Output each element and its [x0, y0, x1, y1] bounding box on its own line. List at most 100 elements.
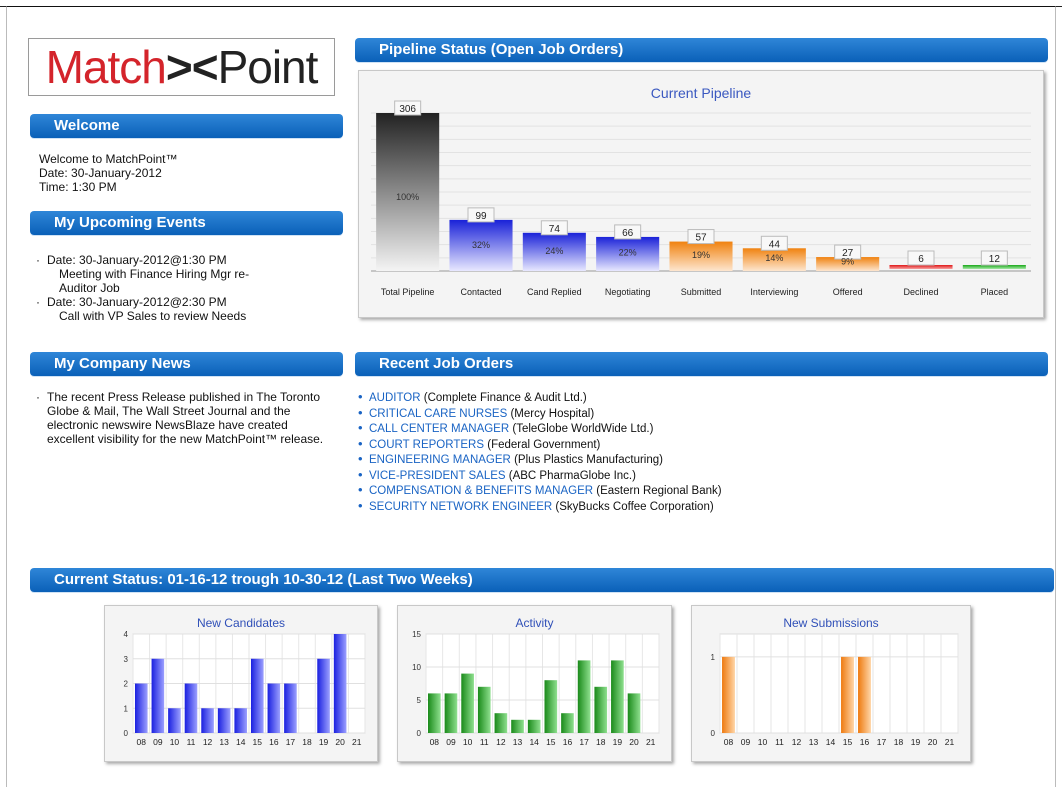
job-title-link[interactable]: CALL CENTER MANAGER [369, 423, 509, 435]
mini-bar [317, 658, 330, 733]
job-order-item: COURT REPORTERS (Federal Government) [358, 436, 722, 454]
mini-x-tick-label: 14 [826, 737, 836, 747]
mini-bar [577, 660, 591, 733]
mini-bar [427, 693, 441, 733]
mini-x-tick-label: 19 [613, 737, 623, 747]
event-item[interactable]: Date: 30-January-2012@2:30 PM Call with … [36, 295, 249, 323]
mini-y-tick-label: 4 [124, 630, 129, 639]
job-company: (SkyBucks Coffee Corporation) [555, 500, 714, 513]
mini-bar [284, 683, 297, 733]
mini-bar [527, 719, 541, 733]
matchpoint-logo[interactable]: Match><Point [28, 38, 335, 96]
mini-y-tick-label: 15 [412, 630, 421, 639]
mini-bar [151, 658, 165, 733]
job-title-link[interactable]: SECURITY NETWORK ENGINEER [369, 501, 552, 513]
job-title-link[interactable]: AUDITOR [369, 392, 421, 404]
event-item[interactable]: Date: 30-January-2012@1:30 PM Meeting wi… [36, 253, 249, 295]
job-order-item: COMPENSATION & BENEFITS MANAGER (Eastern… [358, 482, 722, 500]
pipeline-value-label: 12 [989, 254, 1001, 265]
welcome-time: Time: 1:30 PM [39, 180, 117, 194]
event-description: Auditor Job [59, 281, 120, 295]
mini-y-tick-label: 0 [124, 729, 129, 738]
pipeline-category-label: Negotiating [605, 287, 651, 297]
mini-bar [494, 713, 508, 733]
mini-bar [184, 683, 198, 733]
new-candidates-panel: New Candidates 0 1 2 3 4 08 09 10 11 12 13 14 15 16 17… [104, 605, 378, 762]
pipeline-percent-label: 14% [765, 253, 783, 263]
job-orders-header: Recent Job Orders [355, 352, 1048, 376]
pipeline-percent-label: 24% [545, 246, 563, 256]
job-order-item: CALL CENTER MANAGER (TeleGlobe WorldWide… [358, 420, 722, 438]
mini-x-tick-label: 13 [513, 737, 523, 747]
mini-x-tick-label: 14 [236, 737, 246, 747]
job-title-link[interactable]: COURT REPORTERS [369, 439, 484, 451]
news-list: The recent Press Release published in Th… [36, 390, 336, 446]
job-company: (TeleGlobe WorldWide Ltd.) [512, 423, 654, 435]
job-order-item: VICE-PRESIDENT SALES (ABC PharmaGlobe In… [358, 467, 722, 485]
mini-bar [627, 693, 641, 733]
mini-bar [267, 683, 281, 733]
pipeline-percent-label: 100% [396, 192, 419, 202]
mini-x-tick-label: 10 [758, 737, 768, 747]
mini-x-tick-label: 12 [792, 737, 802, 747]
pipeline-value-label: 306 [399, 104, 416, 115]
pipeline-category-label: Declined [903, 287, 938, 297]
mini-bar [841, 656, 854, 733]
logo-wordmark: Match><Point [45, 41, 319, 93]
mini-y-tick-label: 5 [417, 696, 422, 705]
mini-y-tick-label: 1 [711, 653, 716, 662]
mini-y-tick-label: 1 [124, 704, 129, 713]
job-order-item: ENGINEERING MANAGER (Plus Plastics Manuf… [358, 451, 722, 469]
job-company: (ABC PharmaGlobe Inc.) [508, 469, 636, 482]
pipeline-category-label: Total Pipeline [381, 287, 435, 297]
job-order-item: CRITICAL CARE NURSES (Mercy Hospital) [358, 405, 722, 423]
mini-bar [234, 708, 248, 733]
new-candidates-chart: 0123408 09 10 11 12 13 14 15 16 17 18 19 20 21 [124, 630, 366, 747]
mini-bar [134, 683, 148, 733]
welcome-text: Welcome to MatchPoint™ Date: 30-January-… [39, 152, 178, 194]
mini-bar [561, 713, 574, 733]
mini-x-tick-label: 18 [596, 737, 606, 747]
news-text: The recent Press Release published in Th… [47, 390, 324, 446]
job-title-link[interactable]: CRITICAL CARE NURSES [369, 408, 507, 420]
mini-x-tick-label: 21 [945, 737, 955, 747]
mini-bar [168, 708, 181, 733]
pipeline-bar [889, 265, 953, 269]
pipeline-category-label: Interviewing [750, 287, 798, 297]
mini-x-tick-label: 08 [430, 737, 440, 747]
mini-x-tick-label: 15 [843, 737, 853, 747]
pipeline-percent-label: 19% [692, 250, 710, 260]
job-title-link[interactable]: COMPENSATION & BENEFITS MANAGER [369, 485, 593, 497]
pipeline-chart: 306 100% Total Pipeline 99 32% Contacted 74 24%… [371, 100, 1031, 297]
mini-bar [333, 634, 347, 733]
pipeline-bar [962, 265, 1026, 269]
mini-bar [250, 658, 264, 733]
activity-chart: 0 5 10 15 08 09 10 11 12 13 14 15 16 17 18 19 20 21 [412, 630, 660, 747]
mini-x-tick-label: 20 [629, 737, 639, 747]
mini-x-tick-label: 14 [529, 737, 539, 747]
job-title-link[interactable]: VICE-PRESIDENT SALES [369, 470, 506, 482]
pipeline-header: Pipeline Status (Open Job Orders) [355, 38, 1048, 62]
pipeline-percent-label: 22% [619, 248, 637, 258]
mini-x-tick-label: 19 [319, 737, 329, 747]
mini-y-tick-label: 10 [412, 663, 421, 672]
mini-bar [201, 708, 214, 733]
job-order-item: SECURITY NETWORK ENGINEER (SkyBucks Coff… [358, 498, 722, 516]
pipeline-category-label: Offered [833, 287, 863, 297]
mini-x-tick-label: 17 [579, 737, 589, 747]
activity-panel: Activity 0 5 10 15 08 09 10 11 12 13 14 15 16 17 18 19 2… [397, 605, 672, 762]
job-company: (Plus Plastics Manufacturing) [514, 454, 663, 466]
job-company: (Mercy Hospital) [510, 407, 595, 420]
mini-bar [511, 719, 524, 733]
events-list: Date: 30-January-2012@1:30 PM Meeting wi… [36, 253, 249, 323]
mini-x-tick-label: 13 [809, 737, 819, 747]
mini-x-tick-label: 16 [563, 737, 573, 747]
mini-bar [611, 660, 624, 733]
mini-bar [217, 708, 231, 733]
mini-x-tick-label: 09 [446, 737, 456, 747]
mini-y-tick-label: 2 [124, 680, 129, 689]
job-title-link[interactable]: ENGINEERING MANAGER [369, 454, 511, 466]
mini-x-tick-label: 21 [352, 737, 362, 747]
pipeline-category-label: Cand Replied [527, 287, 582, 297]
mini-x-tick-label: 15 [253, 737, 263, 747]
